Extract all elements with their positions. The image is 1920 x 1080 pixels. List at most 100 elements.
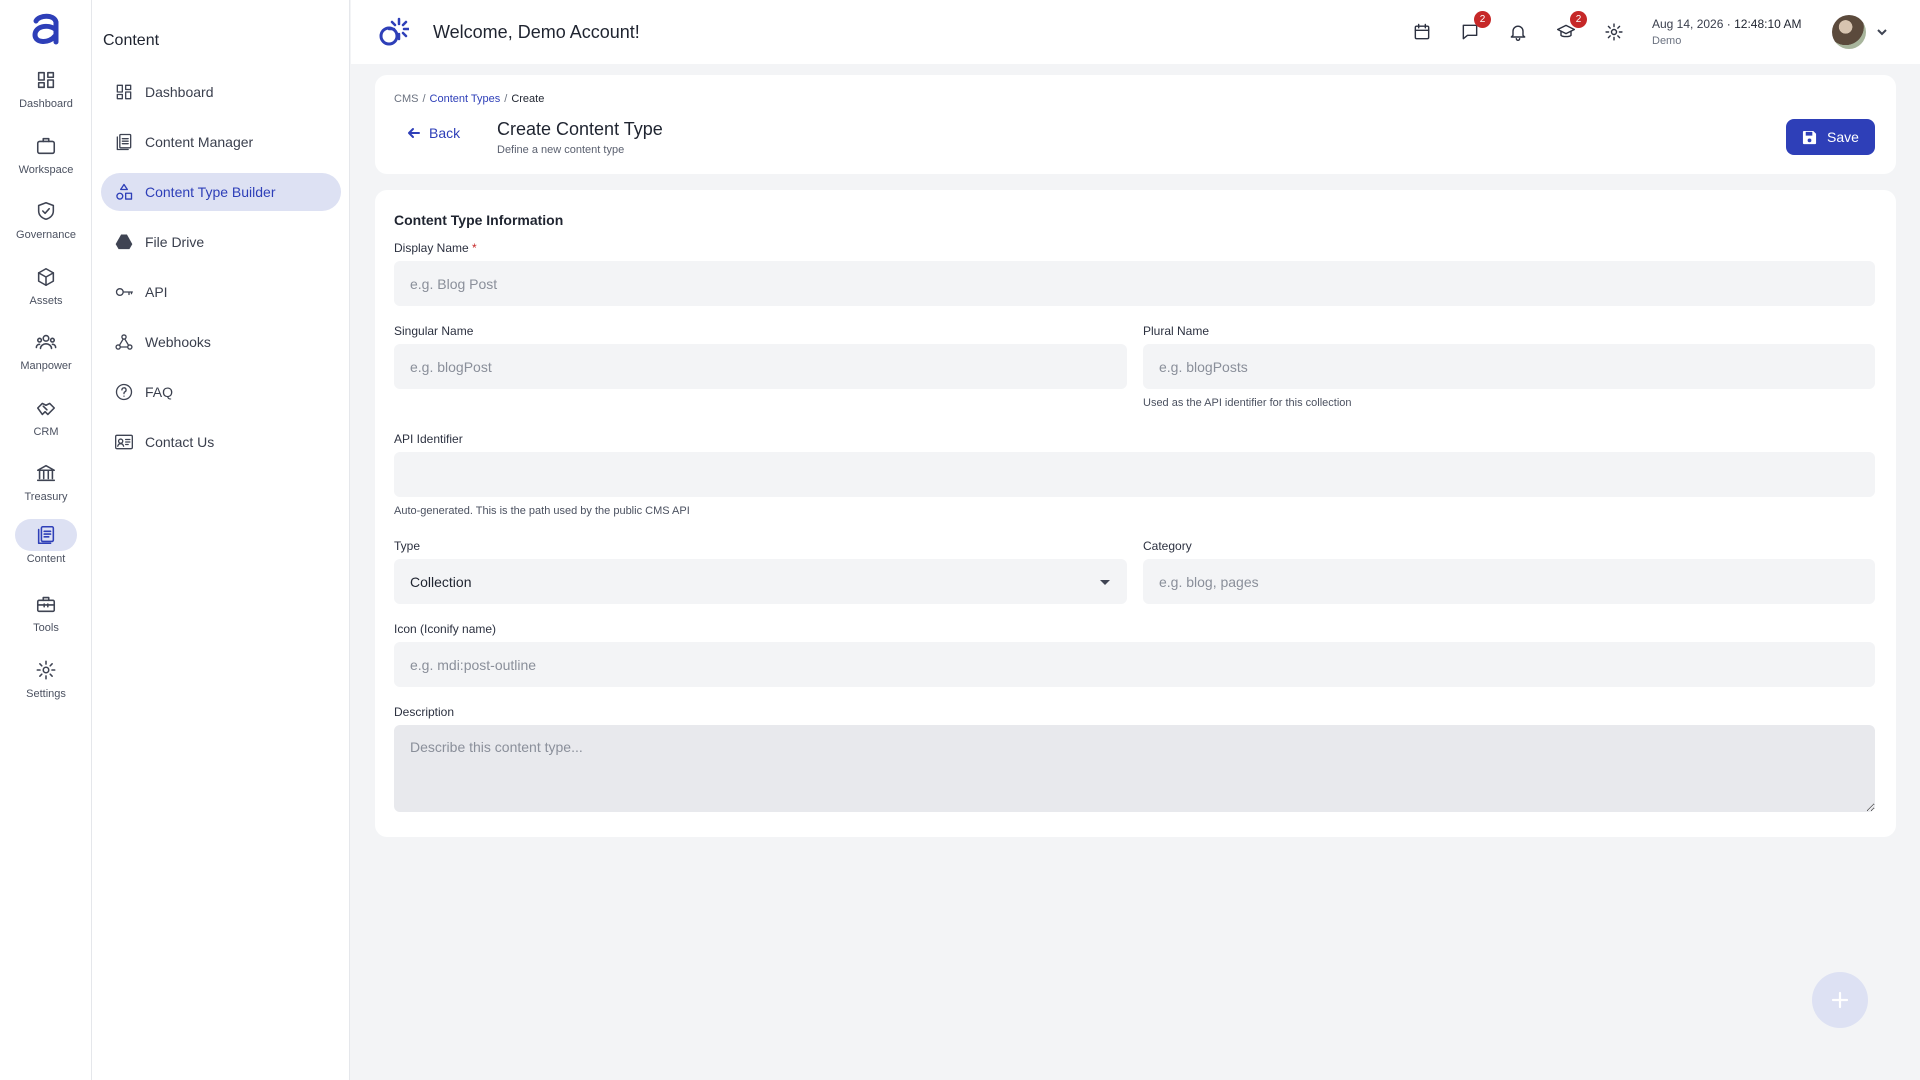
rail-label: Manpower [20, 360, 72, 372]
gear-icon [36, 660, 56, 680]
plural-name-input[interactable] [1143, 344, 1875, 389]
webhook-icon [115, 334, 133, 350]
icon-input[interactable] [394, 642, 1875, 687]
rail-item-manpower[interactable]: Manpower [0, 326, 92, 386]
description-textarea[interactable] [394, 725, 1875, 812]
breadcrumb-content-types-link[interactable]: Content Types [430, 93, 501, 105]
notifications-button[interactable] [1504, 18, 1532, 46]
content-type-form: Content Type Information Display Name * … [375, 190, 1896, 837]
toolbox-icon [36, 596, 56, 613]
singular-name-input[interactable] [394, 344, 1127, 389]
learning-button[interactable]: 2 [1552, 11, 1587, 46]
app-logo[interactable] [30, 12, 62, 46]
breadcrumb-current: Create [511, 93, 545, 105]
messages-button[interactable]: 2 [1456, 11, 1491, 46]
top-bar: Welcome, Demo Account! 2 2 Aug 14, 2026 … [351, 0, 1920, 64]
rail-label: CRM [33, 426, 59, 438]
save-label: Save [1827, 129, 1859, 145]
learning-badge: 2 [1570, 11, 1587, 28]
page-subtitle: Define a new content type [497, 144, 625, 156]
plus-icon [1831, 991, 1849, 1009]
sidebar-item-label: Content Type Builder [145, 184, 276, 200]
rail-item-governance[interactable]: Governance [0, 195, 92, 255]
rail-item-treasury[interactable]: Treasury [0, 457, 92, 517]
sidebar-item-content-type-builder[interactable]: Content Type Builder [101, 173, 341, 211]
briefcase-icon [36, 137, 56, 155]
api-identifier-input[interactable] [394, 452, 1875, 497]
dashboard-icon [37, 71, 55, 89]
shapes-icon [116, 183, 133, 200]
dashboard-icon [116, 84, 132, 100]
sidebar-item-label: Dashboard [145, 84, 214, 100]
back-label: Back [429, 125, 461, 141]
plural-name-label: Plural Name [1143, 324, 1210, 338]
arrow-left-icon [408, 128, 420, 138]
messages-badge: 2 [1474, 11, 1491, 28]
api-identifier-label: API Identifier [394, 432, 463, 446]
display-name-label-text: Display Name [394, 241, 469, 255]
sidebar-item-label: FAQ [145, 384, 174, 400]
description-label: Description [394, 705, 455, 719]
rail-label: Workspace [18, 164, 74, 176]
people-icon [35, 334, 57, 350]
content-sidebar: Content Dashboard Content Manager Conten… [92, 0, 350, 1080]
datetime: Aug 14, 2026 · 12:48:10 AM Demo [1652, 17, 1801, 47]
sidebar-item-label: Webhooks [145, 334, 211, 350]
sidebar-item-content-manager[interactable]: Content Manager [101, 123, 341, 161]
calendar-icon [1414, 23, 1430, 40]
content-icon [37, 525, 55, 545]
sidebar-item-api[interactable]: API [101, 273, 341, 311]
rail-label: Assets [29, 295, 63, 307]
back-button[interactable]: Back [407, 125, 460, 141]
rail-item-content[interactable]: Content [0, 519, 92, 579]
account-menu-button[interactable] [1875, 25, 1889, 39]
api-identifier-help: Auto-generated. This is the path used by… [394, 505, 690, 517]
brand-icon [379, 17, 409, 46]
rail-item-tools[interactable]: Tools [0, 588, 92, 648]
current-user: Demo [1652, 35, 1682, 47]
sidebar-item-label: Contact Us [145, 434, 215, 450]
rail-label: Treasury [24, 491, 68, 503]
singular-name-label: Singular Name [394, 324, 474, 338]
rail-item-crm[interactable]: CRM [0, 392, 92, 452]
rail-item-workspace[interactable]: Workspace [0, 130, 92, 190]
rail-item-assets[interactable]: Assets [0, 261, 92, 321]
sidebar-item-webhooks[interactable]: Webhooks [101, 323, 341, 361]
display-name-input[interactable] [394, 261, 1875, 306]
display-name-label: Display Name * [394, 241, 477, 255]
floppy-disk-icon [1802, 130, 1817, 144]
sidebar-item-label: API [145, 284, 168, 300]
bank-icon [36, 464, 56, 482]
app-rail: Dashboard Workspace Governance Assets Ma… [0, 0, 92, 1080]
contact-card-icon [115, 434, 133, 450]
rail-item-dashboard[interactable]: Dashboard [0, 64, 92, 124]
category-label: Category [1143, 539, 1192, 553]
shield-check-icon [37, 201, 55, 221]
content-manager-icon [116, 133, 132, 151]
icon-label: Icon (Iconify name) [394, 622, 497, 636]
sidebar-item-file-drive[interactable]: File Drive [101, 223, 341, 261]
rail-label: Dashboard [19, 98, 73, 110]
sidebar-item-contact-us[interactable]: Contact Us [101, 423, 341, 461]
sidebar-item-dashboard[interactable]: Dashboard [101, 73, 341, 111]
required-mark: * [472, 241, 477, 255]
category-input[interactable] [1143, 559, 1875, 604]
bell-icon [1510, 25, 1526, 41]
key-icon [115, 288, 133, 296]
page-header: CMS / Content Types / Create Back Create… [375, 75, 1896, 174]
add-fab-button[interactable] [1812, 972, 1868, 1028]
section-title: Content Type Information [394, 212, 564, 228]
drive-icon [115, 234, 133, 250]
sidebar-item-faq[interactable]: FAQ [101, 373, 341, 411]
caret-down-icon [1100, 579, 1110, 585]
avatar[interactable] [1832, 15, 1866, 49]
save-button[interactable]: Save [1786, 119, 1875, 155]
rail-item-settings[interactable]: Settings [0, 654, 92, 714]
type-select[interactable]: Collection [394, 559, 1127, 604]
settings-button[interactable] [1600, 18, 1628, 46]
calendar-button[interactable] [1408, 18, 1436, 46]
rail-label: Content [26, 553, 66, 565]
current-date: Aug 14, 2026 [1652, 17, 1724, 31]
sidebar-item-label: Content Manager [145, 134, 254, 150]
page-title: Create Content Type [497, 119, 663, 139]
